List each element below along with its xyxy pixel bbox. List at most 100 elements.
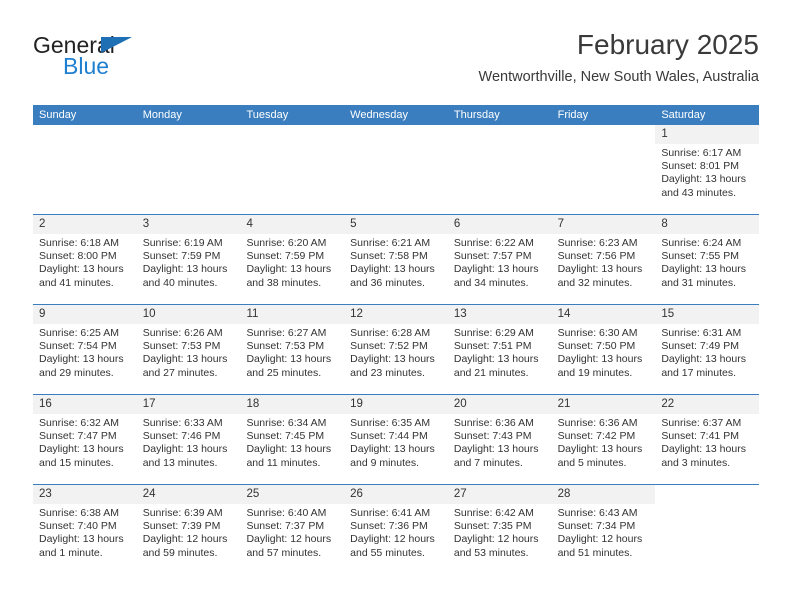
calendar-day-cell[interactable]: 3 Sunrise: 6:19 AM Sunset: 7:59 PM Daylight… xyxy=(136,215,241,304)
day-number: 10 xyxy=(142,308,156,320)
calendar-day-cell[interactable]: 26 Sunrise: 6:41 AM Sunset: 7:36 PM Dayligh… xyxy=(344,485,448,575)
calendar-day-cell[interactable]: 6 Sunrise: 6:22 AM Sunset: 7:57 PM Daylight… xyxy=(447,215,552,304)
day-number-band: 17 xyxy=(136,395,241,414)
daylight-text: Daylight: 13 hours and 43 minutes. xyxy=(661,173,746,199)
sunrise-text: Sunrise: 6:29 AM xyxy=(453,327,534,339)
day-number-band: 10 xyxy=(136,305,241,324)
calendar-day-cell[interactable]: 12 Sunrise: 6:28 AM Sunset: 7:52 PM Dayligh… xyxy=(344,305,448,394)
calendar-day-cell[interactable]: 24 Sunrise: 6:39 AM Sunset: 7:39 PM Dayligh… xyxy=(136,485,241,575)
day-number: 27 xyxy=(453,488,467,500)
day-number: 6 xyxy=(453,218,461,230)
day-number-band: 28 xyxy=(551,485,656,504)
calendar-day-cell[interactable]: 21 Sunrise: 6:36 AM Sunset: 7:42 PM Dayligh… xyxy=(551,395,656,484)
day-number: 17 xyxy=(142,398,156,410)
sunset-text: Sunset: 7:52 PM xyxy=(350,340,428,353)
sunrise-text: Sunrise: 6:28 AM xyxy=(350,327,431,339)
day-sun-info: Sunrise: 6:43 AM Sunset: 7:34 PM Daylight:… xyxy=(552,504,656,560)
sunrise-text: Sunrise: 6:18 AM xyxy=(39,237,119,249)
calendar-day-cell[interactable]: 7 Sunrise: 6:23 AM Sunset: 7:56 PM Daylight… xyxy=(551,215,656,304)
sunrise-text: Sunrise: 6:35 AM xyxy=(350,417,431,429)
sunrise-text: Sunrise: 6:40 AM xyxy=(246,507,327,519)
daylight-text: Daylight: 13 hours and 40 minutes. xyxy=(142,263,228,289)
day-number-band: 21 xyxy=(551,395,656,414)
day-sun-info: Sunrise: 6:27 AM Sunset: 7:53 PM Daylight:… xyxy=(240,324,344,380)
day-number-band: 5 xyxy=(344,215,448,234)
sunrise-text: Sunrise: 6:43 AM xyxy=(557,507,638,519)
day-number-band xyxy=(344,125,448,144)
day-sun-info: Sunrise: 6:26 AM Sunset: 7:53 PM Daylight:… xyxy=(137,324,241,380)
day-number-band: 1 xyxy=(655,125,760,144)
calendar-day-cell[interactable]: 17 Sunrise: 6:33 AM Sunset: 7:46 PM Dayligh… xyxy=(136,395,241,484)
calendar-day-cell[interactable]: 8 Sunrise: 6:24 AM Sunset: 7:55 PM Daylight… xyxy=(655,215,760,304)
calendar-day-cell[interactable]: 14 Sunrise: 6:30 AM Sunset: 7:50 PM Dayligh… xyxy=(551,305,656,394)
day-number-band: 12 xyxy=(344,305,448,324)
day-sun-info: Sunrise: 6:39 AM Sunset: 7:39 PM Daylight:… xyxy=(137,504,241,560)
calendar-day-cell[interactable]: 19 Sunrise: 6:35 AM Sunset: 7:44 PM Dayligh… xyxy=(344,395,448,484)
daylight-text: Daylight: 13 hours and 25 minutes. xyxy=(246,353,332,379)
calendar-day-cell[interactable]: 27 Sunrise: 6:42 AM Sunset: 7:35 PM Dayligh… xyxy=(447,485,552,575)
calendar-day-cell[interactable]: 25 Sunrise: 6:40 AM Sunset: 7:37 PM Dayligh… xyxy=(240,485,345,575)
calendar-day-cell[interactable]: 13 Sunrise: 6:29 AM Sunset: 7:51 PM Dayligh… xyxy=(447,305,552,394)
calendar-day-cell[interactable]: 1 Sunrise: 6:17 AM Sunset: 8:01 PM Daylight… xyxy=(655,125,760,214)
calendar-day-cell[interactable]: 15 Sunrise: 6:31 AM Sunset: 7:49 PM Dayligh… xyxy=(655,305,760,394)
calendar-day-cell[interactable]: 16 Sunrise: 6:32 AM Sunset: 7:47 PM Dayligh… xyxy=(33,395,137,484)
brand-logo[interactable]: General Blue xyxy=(33,32,233,88)
calendar-day-cell[interactable]: 11 Sunrise: 6:27 AM Sunset: 7:53 PM Dayligh… xyxy=(240,305,345,394)
day-sun-info: Sunrise: 6:36 AM Sunset: 7:43 PM Daylight:… xyxy=(448,414,552,470)
day-sun-info: Sunrise: 6:24 AM Sunset: 7:55 PM Daylight:… xyxy=(655,234,759,290)
calendar-day-cell[interactable]: 4 Sunrise: 6:20 AM Sunset: 7:59 PM Daylight… xyxy=(240,215,345,304)
calendar-day-cell[interactable]: 28 Sunrise: 6:43 AM Sunset: 7:34 PM Dayligh… xyxy=(551,485,656,575)
day-number: 1 xyxy=(661,128,668,140)
day-number: 24 xyxy=(142,488,156,500)
sunset-text: Sunset: 7:45 PM xyxy=(246,430,325,443)
daylight-text: Daylight: 13 hours and 31 minutes. xyxy=(661,263,746,289)
sunset-text: Sunset: 8:01 PM xyxy=(661,160,739,173)
daylight-text: Daylight: 13 hours and 32 minutes. xyxy=(557,263,643,289)
weekday-header-row: Sunday Monday Tuesday Wednesday Thursday Frid… xyxy=(33,105,759,125)
sunset-text: Sunset: 7:36 PM xyxy=(350,520,428,533)
page-title: February 2025 xyxy=(576,29,759,60)
calendar-day-cell[interactable]: 23 Sunrise: 6:38 AM Sunset: 7:40 PM Dayligh… xyxy=(33,485,137,575)
calendar-day-cell[interactable]: 5 Sunrise: 6:21 AM Sunset: 7:58 PM Daylight… xyxy=(344,215,448,304)
sunrise-text: Sunrise: 6:33 AM xyxy=(142,417,223,429)
calendar-day-cell[interactable]: 2 Sunrise: 6:18 AM Sunset: 8:00 PM Daylight… xyxy=(33,215,137,304)
day-number: 7 xyxy=(557,218,564,230)
day-sun-info: Sunrise: 6:37 AM Sunset: 7:41 PM Daylight:… xyxy=(655,414,759,470)
calendar-day-cell[interactable]: 22 Sunrise: 6:37 AM Sunset: 7:41 PM Dayligh… xyxy=(655,395,760,484)
sunrise-text: Sunrise: 6:38 AM xyxy=(39,507,119,519)
sunrise-text: Sunrise: 6:27 AM xyxy=(246,327,327,339)
day-number-band: 4 xyxy=(240,215,345,234)
sunrise-text: Sunrise: 6:20 AM xyxy=(246,237,327,249)
title-block: February 2025 Wentworthville, New South … xyxy=(479,28,759,88)
calendar-day-cell[interactable]: 20 Sunrise: 6:36 AM Sunset: 7:43 PM Dayligh… xyxy=(447,395,552,484)
daylight-text: Daylight: 13 hours and 7 minutes. xyxy=(453,443,539,469)
daylight-text: Daylight: 13 hours and 41 minutes. xyxy=(39,263,124,289)
day-number-band: 9 xyxy=(33,305,137,324)
daylight-text: Daylight: 13 hours and 23 minutes. xyxy=(350,353,435,379)
day-number-band: 11 xyxy=(240,305,345,324)
daylight-text: Daylight: 13 hours and 17 minutes. xyxy=(661,353,746,379)
daylight-text: Daylight: 12 hours and 51 minutes. xyxy=(557,533,643,559)
day-sun-info: Sunrise: 6:35 AM Sunset: 7:44 PM Daylight:… xyxy=(344,414,448,470)
day-sun-info: Sunrise: 6:17 AM Sunset: 8:01 PM Daylight:… xyxy=(655,144,759,200)
calendar-day-cell[interactable]: 18 Sunrise: 6:34 AM Sunset: 7:45 PM Dayligh… xyxy=(240,395,345,484)
day-number-band: 3 xyxy=(136,215,241,234)
day-number-band: 26 xyxy=(344,485,448,504)
calendar-day-cell[interactable]: 10 Sunrise: 6:26 AM Sunset: 7:53 PM Dayligh… xyxy=(136,305,241,394)
page-header: General Blue February 2025 Wentworthvill… xyxy=(33,28,759,98)
sunset-text: Sunset: 7:53 PM xyxy=(142,340,221,353)
day-number: 19 xyxy=(350,398,363,410)
sunrise-text: Sunrise: 6:39 AM xyxy=(142,507,223,519)
day-number-band xyxy=(655,485,759,504)
sunrise-text: Sunrise: 6:36 AM xyxy=(557,417,638,429)
day-number: 22 xyxy=(661,398,675,410)
day-sun-info: Sunrise: 6:42 AM Sunset: 7:35 PM Daylight:… xyxy=(448,504,552,560)
day-number: 2 xyxy=(39,218,46,230)
calendar-day-cell-empty xyxy=(447,125,552,214)
day-sun-info: Sunrise: 6:36 AM Sunset: 7:42 PM Daylight:… xyxy=(552,414,656,470)
day-number: 25 xyxy=(246,488,260,500)
day-number: 15 xyxy=(661,308,675,320)
sunrise-text: Sunrise: 6:24 AM xyxy=(661,237,742,249)
calendar-day-cell[interactable]: 9 Sunrise: 6:25 AM Sunset: 7:54 PM Daylight… xyxy=(33,305,137,394)
day-sun-info: Sunrise: 6:19 AM Sunset: 7:59 PM Daylight:… xyxy=(137,234,241,290)
